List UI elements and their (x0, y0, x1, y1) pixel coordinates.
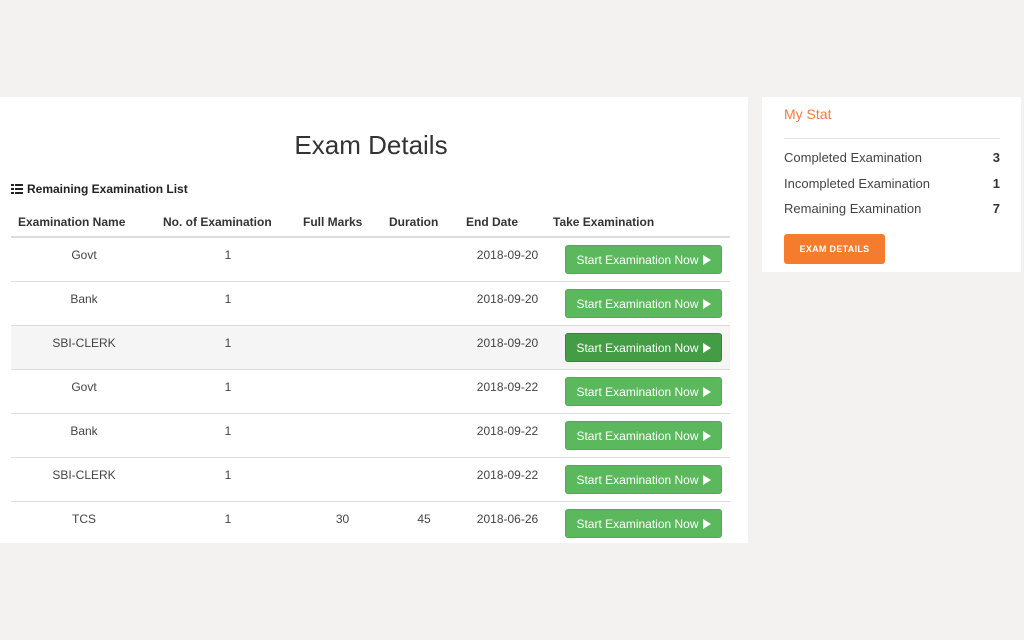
cell-end-date: 2018-06-26 (462, 501, 553, 545)
start-exam-label: Start Examination Now (576, 517, 699, 531)
cell-full-marks (299, 281, 386, 326)
cell-full-marks (299, 457, 386, 502)
cell-action: Start Examination Now (553, 457, 730, 502)
play-icon (702, 255, 711, 265)
table-row: SBI-CLERK 1 2018-09-20 Start Examination… (11, 325, 730, 370)
cell-end-date: 2018-09-20 (462, 236, 553, 282)
cell-duration (386, 369, 462, 414)
stat-row-incompleted: Incompleted Examination 1 (784, 176, 1000, 191)
cell-action: Start Examination Now (553, 281, 730, 326)
stat-label: Completed Examination (784, 150, 923, 165)
cell-action: Start Examination Now (553, 413, 730, 458)
exam-details-button[interactable]: EXAM DETAILS (784, 234, 885, 264)
col-header-take-exam: Take Examination (553, 207, 730, 238)
start-exam-label: Start Examination Now (576, 297, 699, 311)
stat-title: My Stat (784, 106, 832, 122)
cell-duration (386, 281, 462, 326)
stat-label: Remaining Examination (784, 201, 922, 216)
list-heading-label: Remaining Examination List (27, 182, 188, 196)
table-header-row: Examination Name No. of Examination Full… (11, 207, 730, 238)
cell-duration (386, 325, 462, 370)
cell-action: Start Examination Now (553, 501, 730, 545)
cell-count: 1 (157, 236, 299, 282)
stat-row-completed: Completed Examination 3 (784, 150, 1000, 165)
cell-count: 1 (157, 457, 299, 502)
play-icon (702, 299, 711, 309)
list-heading: Remaining Examination List (11, 182, 188, 196)
cell-full-marks: 30 (299, 501, 386, 545)
cell-end-date: 2018-09-22 (462, 457, 553, 502)
cell-name: Bank (11, 281, 157, 326)
cell-end-date: 2018-09-22 (462, 369, 553, 414)
cell-duration (386, 413, 462, 458)
cell-full-marks (299, 369, 386, 414)
table-row: Govt 1 2018-09-22 Start Examination Now (11, 369, 730, 414)
stat-value: 1 (992, 176, 1000, 191)
cell-count: 1 (157, 413, 299, 458)
cell-duration: 45 (386, 501, 462, 545)
cell-full-marks (299, 325, 386, 370)
col-header-name: Examination Name (11, 207, 157, 238)
cell-count: 1 (157, 281, 299, 326)
list-icon (11, 184, 23, 194)
stat-panel: My Stat Completed Examination 3 Incomple… (762, 97, 1021, 272)
exam-table: Examination Name No. of Examination Full… (11, 207, 730, 545)
cell-name: Bank (11, 413, 157, 458)
cell-name: Govt (11, 369, 157, 414)
play-icon (702, 519, 711, 529)
start-exam-label: Start Examination Now (576, 253, 699, 267)
cell-full-marks (299, 413, 386, 458)
play-icon (702, 343, 711, 353)
start-exam-button[interactable]: Start Examination Now (565, 245, 722, 274)
cell-name: TCS (11, 501, 157, 545)
cell-action: Start Examination Now (553, 325, 730, 370)
start-exam-button[interactable]: Start Examination Now (565, 289, 722, 318)
cell-name: SBI-CLERK (11, 325, 157, 370)
cell-name: Govt (11, 236, 157, 282)
start-exam-button[interactable]: Start Examination Now (565, 421, 722, 450)
cell-duration (386, 236, 462, 282)
start-exam-button[interactable]: Start Examination Now (565, 377, 722, 406)
cell-count: 1 (157, 501, 299, 545)
page-title: Exam Details (294, 130, 448, 160)
start-exam-label: Start Examination Now (576, 341, 699, 355)
play-icon (702, 475, 711, 485)
table-row: Bank 1 2018-09-22 Start Examination Now (11, 413, 730, 458)
start-exam-label: Start Examination Now (576, 473, 699, 487)
col-header-full-marks: Full Marks (299, 207, 386, 238)
stat-value: 7 (992, 201, 1000, 216)
start-exam-button[interactable]: Start Examination Now (565, 465, 722, 494)
start-exam-button[interactable]: Start Examination Now (565, 333, 722, 362)
play-icon (702, 431, 711, 441)
cell-full-marks (299, 236, 386, 282)
table-row: TCS 1 30 45 2018-06-26 Start Examination… (11, 501, 730, 545)
stat-value: 3 (992, 150, 1000, 165)
start-exam-button[interactable]: Start Examination Now (565, 509, 722, 538)
cell-end-date: 2018-09-20 (462, 281, 553, 326)
play-icon (702, 387, 711, 397)
cell-action: Start Examination Now (553, 236, 730, 282)
stat-label: Incompleted Examination (784, 176, 930, 191)
cell-count: 1 (157, 369, 299, 414)
table-row: SBI-CLERK 1 2018-09-22 Start Examination… (11, 457, 730, 502)
cell-end-date: 2018-09-22 (462, 413, 553, 458)
cell-count: 1 (157, 325, 299, 370)
stat-divider (784, 138, 1000, 139)
start-exam-label: Start Examination Now (576, 429, 699, 443)
col-header-duration: Duration (386, 207, 462, 238)
col-header-end-date: End Date (462, 207, 553, 238)
col-header-count: No. of Examination (157, 207, 299, 238)
stat-row-remaining: Remaining Examination 7 (784, 201, 1000, 216)
cell-end-date: 2018-09-20 (462, 325, 553, 370)
cell-action: Start Examination Now (553, 369, 730, 414)
start-exam-label: Start Examination Now (576, 385, 699, 399)
cell-duration (386, 457, 462, 502)
cell-name: SBI-CLERK (11, 457, 157, 502)
table-row: Bank 1 2018-09-20 Start Examination Now (11, 281, 730, 326)
table-row: Govt 1 2018-09-20 Start Examination Now (11, 236, 730, 282)
